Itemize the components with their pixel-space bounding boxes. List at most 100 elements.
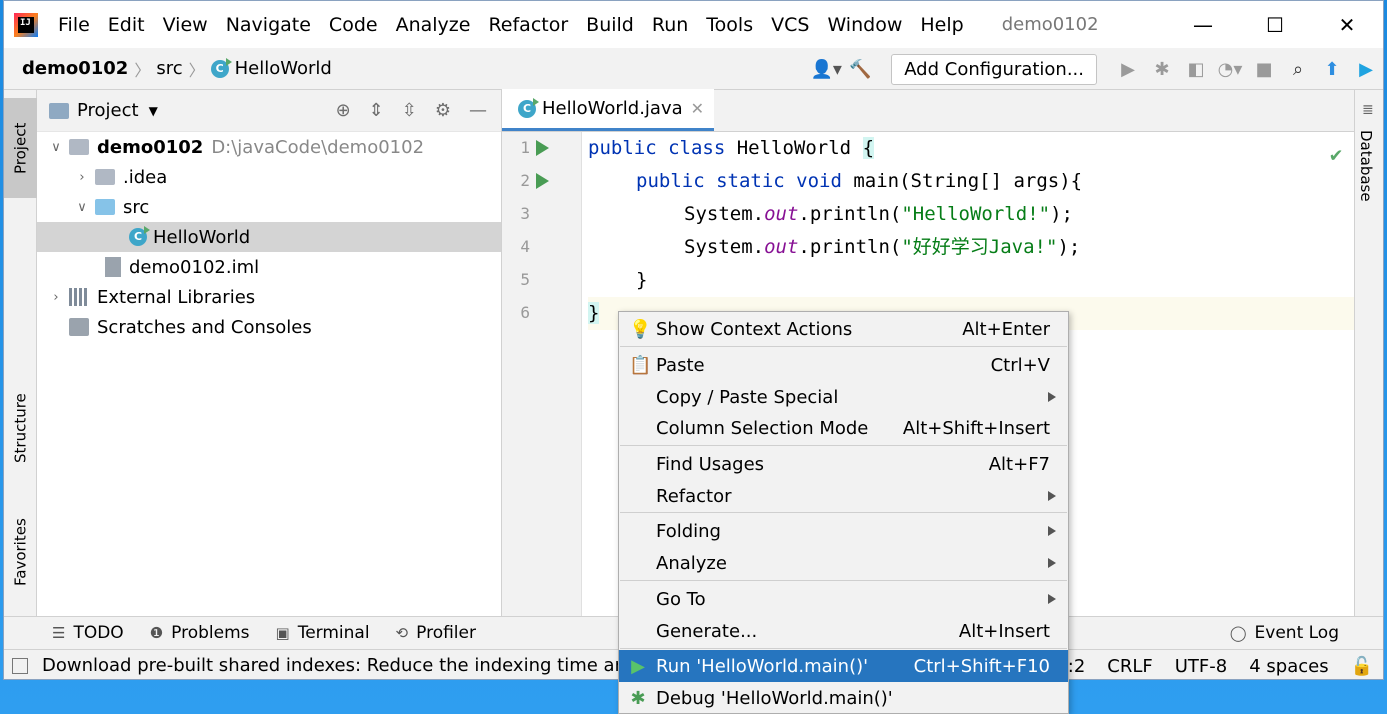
expand-all-icon[interactable]: ⇕: [369, 100, 384, 121]
tree-item-label: .idea: [123, 166, 168, 188]
locate-icon[interactable]: ⊕: [336, 100, 351, 121]
collapse-all-icon[interactable]: ⇳: [402, 100, 417, 121]
run-icon[interactable]: ▶: [1111, 59, 1145, 80]
menu-item-run-main[interactable]: ▶ Run 'HelloWorld.main()' Ctrl+Shift+F10: [619, 650, 1068, 682]
tree-item-external-libraries[interactable]: › External Libraries: [37, 282, 501, 312]
lock-icon[interactable]: 🔓: [1351, 656, 1373, 677]
main-toolbar: 👤▾ 🔨 Add Configuration... ▶ ✱ ◧ ◔▾ ■ ⌕ ⬆…: [809, 48, 1383, 90]
debug-icon[interactable]: ✱: [1145, 59, 1179, 80]
file-icon: [105, 257, 121, 277]
run-gutter-icon[interactable]: [536, 140, 549, 156]
indent-setting[interactable]: 4 spaces: [1249, 656, 1328, 677]
terminal-icon: ▣: [275, 624, 290, 642]
tree-item-scratches[interactable]: Scratches and Consoles: [37, 312, 501, 342]
menu-item-paste[interactable]: 📋 Paste Ctrl+V: [619, 349, 1068, 381]
menu-tools[interactable]: Tools: [706, 14, 753, 36]
stop-icon[interactable]: ■: [1247, 59, 1281, 80]
menu-file[interactable]: File: [58, 14, 90, 36]
tree-item-src[interactable]: ∨ src: [37, 192, 501, 222]
terminal-tool-button[interactable]: ▣ Terminal: [276, 623, 370, 643]
menu-build[interactable]: Build: [586, 14, 634, 36]
menu-view[interactable]: View: [163, 14, 208, 36]
todo-tool-button[interactable]: ☰ TODO: [52, 623, 124, 643]
right-tool-stripe: ≣ Database: [1354, 90, 1383, 616]
menu-item-refactor[interactable]: Refactor: [619, 480, 1068, 512]
favorites-tool-tab[interactable]: Favorites: [4, 502, 37, 602]
menu-navigate[interactable]: Navigate: [226, 14, 311, 36]
file-encoding[interactable]: UTF-8: [1175, 656, 1227, 677]
search-icon[interactable]: ⌕: [1281, 59, 1315, 80]
menu-item-show-context-actions[interactable]: 💡 Show Context Actions Alt+Enter: [619, 313, 1068, 345]
code-line: System.out.println("HelloWorld!");: [684, 203, 1073, 225]
project-view-selector[interactable]: Project: [77, 100, 139, 121]
event-log-tool-button[interactable]: ◯ Event Log: [1230, 623, 1339, 643]
line-number: 1: [520, 138, 530, 157]
problems-tool-button[interactable]: ❶ Problems: [150, 623, 250, 643]
chevron-right-icon: 〉: [134, 60, 151, 80]
profile-icon[interactable]: ◔▾: [1213, 59, 1247, 80]
menu-code[interactable]: Code: [329, 14, 378, 36]
menu-item-go-to[interactable]: Go To: [619, 583, 1068, 615]
tree-item-label: External Libraries: [97, 286, 256, 308]
tree-item-helloworld[interactable]: C HelloWorld: [37, 222, 501, 252]
database-tool-tab[interactable]: Database: [1357, 130, 1375, 202]
project-panel: Project ▼ ⊕ ⇕ ⇳ ⚙ — ∨ demo0102 D:\javaCo…: [37, 90, 502, 616]
code-with-me-icon[interactable]: ▶: [1349, 59, 1383, 80]
menu-item-debug-main[interactable]: ✱ Debug 'HelloWorld.main()': [619, 682, 1068, 714]
tree-item-project-root[interactable]: ∨ demo0102 D:\javaCode\demo0102: [37, 132, 501, 162]
profiler-tool-button[interactable]: ⟲ Profiler: [396, 623, 476, 643]
update-icon[interactable]: ⬆: [1315, 59, 1349, 80]
chevron-right-icon[interactable]: ›: [43, 290, 69, 305]
status-message[interactable]: Download pre-built shared indexes: Reduc…: [42, 655, 637, 676]
menu-help[interactable]: Help: [920, 14, 963, 36]
add-configuration-button[interactable]: Add Configuration...: [891, 53, 1097, 85]
menu-item-generate[interactable]: Generate... Alt+Insert: [619, 615, 1068, 647]
source-folder-icon: [95, 199, 115, 215]
line-number: 3: [520, 204, 530, 223]
close-icon[interactable]: ✕: [691, 99, 704, 118]
menu-refactor[interactable]: Refactor: [488, 14, 568, 36]
chevron-down-icon[interactable]: ▼: [149, 104, 158, 118]
line-separator[interactable]: CRLF: [1107, 656, 1152, 677]
chevron-right-icon[interactable]: ›: [69, 170, 95, 185]
tab-helloworld-java[interactable]: C HelloWorld.java ✕: [502, 89, 715, 131]
context-menu: 💡 Show Context Actions Alt+Enter 📋 Paste C…: [618, 311, 1069, 714]
menu-run[interactable]: Run: [652, 14, 688, 36]
menu-item-folding[interactable]: Folding: [619, 515, 1068, 547]
menu-window[interactable]: Window: [827, 14, 902, 36]
line-number: 4: [520, 237, 530, 256]
profiler-icon: ⟲: [395, 624, 409, 642]
breadcrumb-src[interactable]: src: [156, 58, 182, 79]
checkmark-icon: ✔: [1329, 142, 1342, 166]
java-class-icon: C: [129, 226, 150, 246]
menu-edit[interactable]: Edit: [108, 14, 145, 36]
hide-icon[interactable]: —: [469, 100, 487, 121]
close-button[interactable]: ✕: [1311, 1, 1383, 48]
tree-item-idea[interactable]: › .idea: [37, 162, 501, 192]
minimize-button[interactable]: —: [1167, 1, 1239, 48]
menu-vcs[interactable]: VCS: [771, 14, 809, 36]
project-tool-tab[interactable]: Project: [4, 98, 37, 198]
maximize-button[interactable]: ☐: [1239, 1, 1311, 48]
project-panel-header: Project ▼ ⊕ ⇕ ⇳ ⚙ —: [37, 90, 501, 132]
tree-item-label: demo0102.iml: [129, 256, 260, 278]
chevron-down-icon[interactable]: ∨: [43, 140, 69, 155]
menu-analyze[interactable]: Analyze: [396, 14, 471, 36]
breadcrumb-class[interactable]: HelloWorld: [235, 58, 332, 79]
structure-tool-tab[interactable]: Structure: [4, 380, 37, 476]
window-controls: — ☐ ✕: [1167, 1, 1383, 48]
menu-item-column-selection-mode[interactable]: Column Selection Mode Alt+Shift+Insert: [619, 412, 1068, 444]
chevron-down-icon[interactable]: ∨: [69, 200, 95, 215]
run-gutter-icon[interactable]: [536, 173, 549, 189]
tree-item-label: Scratches and Consoles: [97, 316, 312, 338]
coverage-icon[interactable]: ◧: [1179, 59, 1213, 80]
menu-item-copy-paste-special[interactable]: Copy / Paste Special: [619, 381, 1068, 413]
tab-label: HelloWorld.java: [542, 98, 683, 119]
user-icon[interactable]: 👤▾: [809, 59, 843, 80]
menu-item-find-usages[interactable]: Find Usages Alt+F7: [619, 448, 1068, 480]
tree-item-iml[interactable]: demo0102.iml: [37, 252, 501, 282]
breadcrumb-project[interactable]: demo0102: [22, 58, 128, 79]
build-hammer-icon[interactable]: 🔨: [843, 59, 877, 80]
menu-item-analyze[interactable]: Analyze: [619, 547, 1068, 579]
gear-icon[interactable]: ⚙: [435, 100, 451, 121]
